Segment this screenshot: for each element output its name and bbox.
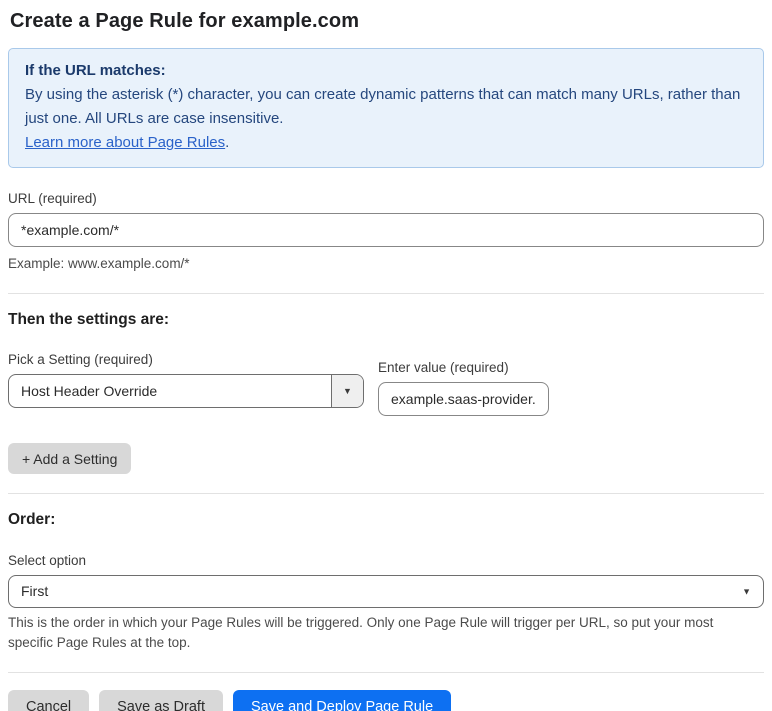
order-select-value: First	[21, 583, 49, 599]
setting-value-input[interactable]	[378, 382, 549, 416]
link-suffix: .	[225, 134, 230, 151]
value-label: Enter value (required)	[378, 360, 509, 375]
info-box-text: By using the asterisk (*) character, you…	[25, 86, 741, 127]
footer-actions: Cancel Save as Draft Save and Deploy Pag…	[8, 690, 764, 711]
page-rule-form: Create a Page Rule for example.com If th…	[0, 0, 772, 711]
order-label: Select option	[8, 553, 87, 568]
page-title: Create a Page Rule for example.com	[10, 10, 360, 32]
setting-select-caret-button[interactable]: ▼	[331, 375, 363, 407]
caret-down-icon: ▼	[742, 586, 751, 596]
info-box-heading: If the URL matches:	[25, 62, 166, 79]
value-column: Enter value (required)	[378, 360, 549, 416]
url-match-info-box: If the URL matches: By using the asteris…	[8, 48, 764, 168]
order-select[interactable]: First ▼	[8, 575, 764, 608]
section-divider	[8, 672, 764, 673]
cancel-button[interactable]: Cancel	[8, 690, 90, 711]
setting-label: Pick a Setting (required)	[8, 352, 153, 367]
url-label: URL (required)	[8, 191, 97, 206]
setting-column: Pick a Setting (required) Host Header Ov…	[8, 352, 364, 408]
learn-more-link[interactable]: Learn more about Page Rules	[25, 134, 225, 151]
url-input[interactable]	[8, 213, 764, 247]
add-setting-button[interactable]: + Add a Setting	[8, 443, 132, 474]
save-draft-button[interactable]: Save as Draft	[99, 690, 223, 711]
setting-select-value: Host Header Override	[21, 383, 158, 399]
order-heading: Order:	[8, 511, 56, 528]
caret-down-icon: ▼	[343, 385, 352, 396]
info-box-link-line: Learn more about Page Rules.	[25, 131, 747, 155]
settings-heading: Then the settings are:	[8, 311, 170, 328]
section-divider	[8, 493, 764, 494]
order-helper: This is the order in which your Page Rul…	[8, 615, 714, 650]
setting-select[interactable]: Host Header Override ▼	[8, 374, 364, 408]
save-deploy-button[interactable]: Save and Deploy Page Rule	[232, 690, 452, 711]
section-divider	[8, 293, 764, 294]
settings-row: Pick a Setting (required) Host Header Ov…	[8, 352, 764, 416]
url-example-helper: Example: www.example.com/*	[8, 256, 190, 271]
